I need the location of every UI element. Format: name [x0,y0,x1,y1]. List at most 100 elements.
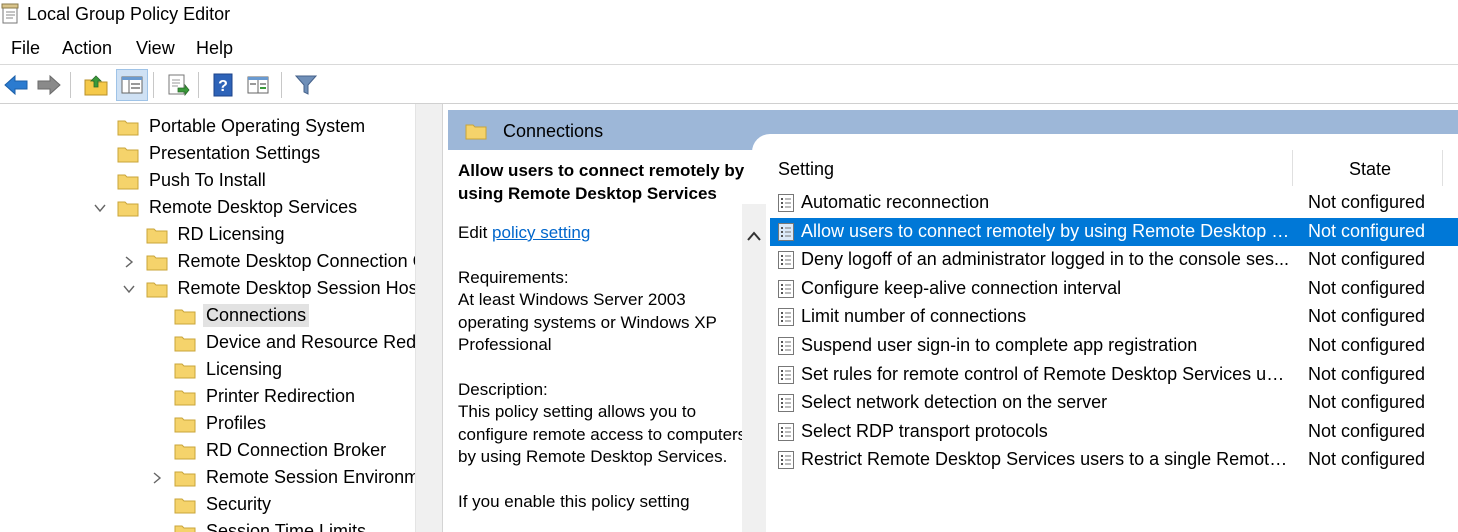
menu-bar: File Action View Help [0,31,1458,65]
folder-icon [117,201,139,217]
requirements-label: Requirements: [458,267,569,287]
tree-item[interactable]: Presentation Settings [0,141,415,167]
tree-item[interactable]: RD Connection Broker [0,438,415,464]
folder-icon [146,228,167,244]
menu-help[interactable]: Help [196,38,233,59]
description-label: Description: [458,379,548,399]
policy-setting-name: Restrict Remote Desktop Services users t… [801,449,1291,470]
policy-row[interactable]: Automatic reconnection Not configured [770,189,1458,217]
tree-item[interactable]: Connections [0,303,415,329]
filter-button[interactable] [290,69,322,101]
tree-item[interactable]: Remote Session Environme [0,465,429,491]
column-divider[interactable] [1442,150,1443,186]
folder-icon [174,309,196,325]
policy-row[interactable]: Set rules for remote control of Remote D… [770,361,1458,389]
tree-item[interactable]: Licensing [0,357,415,383]
policy-setting-icon [778,194,794,212]
folder-icon [117,147,139,163]
policy-setting-link[interactable]: policy setting [492,223,590,242]
tree-item[interactable]: Remote Desktop Session Host [0,276,423,302]
tree-item-label: Licensing [206,359,283,379]
tree-item[interactable]: Portable Operating System [0,114,415,140]
tree-item-label: Presentation Settings [149,143,321,163]
tree-item-label: Security [206,494,272,514]
tree-item[interactable]: Remote Desktop Connection C [0,249,426,275]
policy-setting-icon [778,337,794,355]
policy-setting-name: Automatic reconnection [801,192,990,212]
tree-item-label: Connections [203,304,310,327]
policy-state: Not configured [1308,192,1426,212]
tree-item-label: Session Time Limits [206,521,367,532]
scroll-up-chevron-icon[interactable] [746,230,762,242]
policy-setting-name: Suspend user sign-in to complete app reg… [801,335,1198,355]
section-title: Connections [503,121,604,141]
menu-view[interactable]: View [136,38,175,59]
help-button[interactable]: ? [207,69,239,101]
tree-item[interactable]: Session Time Limits [0,519,415,532]
back-button[interactable] [0,69,32,101]
tree-item[interactable]: RD Licensing [0,222,415,248]
list-header: Setting State [770,150,1458,188]
policy-setting-name: Limit number of connections [801,306,1027,327]
tree-item-label: Profiles [206,413,267,433]
tree-scrollbar[interactable] [415,104,442,532]
policy-setting-name: Set rules for remote control of Remote D… [801,363,1291,384]
policy-setting-icon [778,222,794,241]
tree-item-label: Remote Session Environme [206,467,430,487]
policy-setting-icon [778,365,794,384]
policy-state: Not configured [1308,449,1426,470]
policy-setting-icon [778,422,794,441]
tree-item[interactable]: Remote Desktop Services [0,195,415,221]
tree-item[interactable]: Profiles [0,411,415,437]
policy-row[interactable]: Deny logoff of an administrator logged i… [770,246,1458,274]
folder-icon [146,282,167,298]
menu-file[interactable]: File [11,38,40,59]
chevron-down-icon[interactable] [93,201,107,215]
tree-item-label: Remote Desktop Services [149,197,358,217]
folder-icon [465,124,487,140]
policy-state: Not configured [1308,306,1426,327]
extended-view-button[interactable] [242,69,274,101]
forward-button[interactable] [33,69,65,101]
filter-icon [294,75,318,95]
policy-state: Not configured [1308,363,1426,384]
tree-item[interactable]: Printer Redirection [0,384,415,410]
column-header-state[interactable]: State [1349,159,1391,180]
policy-row[interactable]: Configure keep-alive connection interval… [770,275,1458,303]
description-scrollbar[interactable] [742,204,766,532]
back-arrow-icon [4,74,28,96]
up-folder-button[interactable] [80,69,112,101]
tree-item[interactable]: Security [0,492,415,518]
window-title: Local Group Policy Editor [27,4,231,24]
chevron-right-icon[interactable] [150,471,164,485]
folder-icon [174,363,196,379]
folder-icon [174,471,196,487]
policy-heading: Allow users to connect remotely by using… [458,161,745,203]
policy-row[interactable]: Limit number of connections Not configure… [770,303,1458,331]
policy-row[interactable]: Suspend user sign-in to complete app reg… [770,332,1458,360]
tree-item[interactable]: Push To Install [0,168,415,194]
policy-editor-app-icon [1,3,19,24]
tree-item-label: Remote Desktop Session Host [177,278,423,298]
column-header-setting[interactable]: Setting [778,159,834,180]
menu-action[interactable]: Action [62,38,112,59]
column-divider[interactable] [1292,150,1293,186]
chevron-right-icon[interactable] [122,255,136,269]
extended-description: Allow users to connect remotely by using… [458,160,754,513]
toolbar-separator [153,72,154,98]
tree-item[interactable]: Device and Resource Redire [0,330,436,356]
export-list-button[interactable] [162,69,194,101]
tree-item-label: Device and Resource Redire [206,332,437,352]
policy-state: Not configured [1308,335,1426,355]
folder-icon [146,255,167,271]
extended-view-icon [247,76,269,94]
policy-row[interactable]: Allow users to connect remotely by using… [770,217,1458,246]
toolbar: ? [0,66,1458,104]
chevron-down-icon[interactable] [122,282,136,296]
console-tree: Portable Operating System Presentation Se… [0,104,442,532]
policy-row[interactable]: Restrict Remote Desktop Services users t… [770,446,1458,474]
details-pane: Connections Allow users to connect remot… [448,104,1458,532]
policy-row[interactable]: Select RDP transport protocols Not config… [770,418,1458,446]
policy-row[interactable]: Select network detection on the server No… [770,389,1458,417]
show-hide-tree-button[interactable] [116,69,148,101]
